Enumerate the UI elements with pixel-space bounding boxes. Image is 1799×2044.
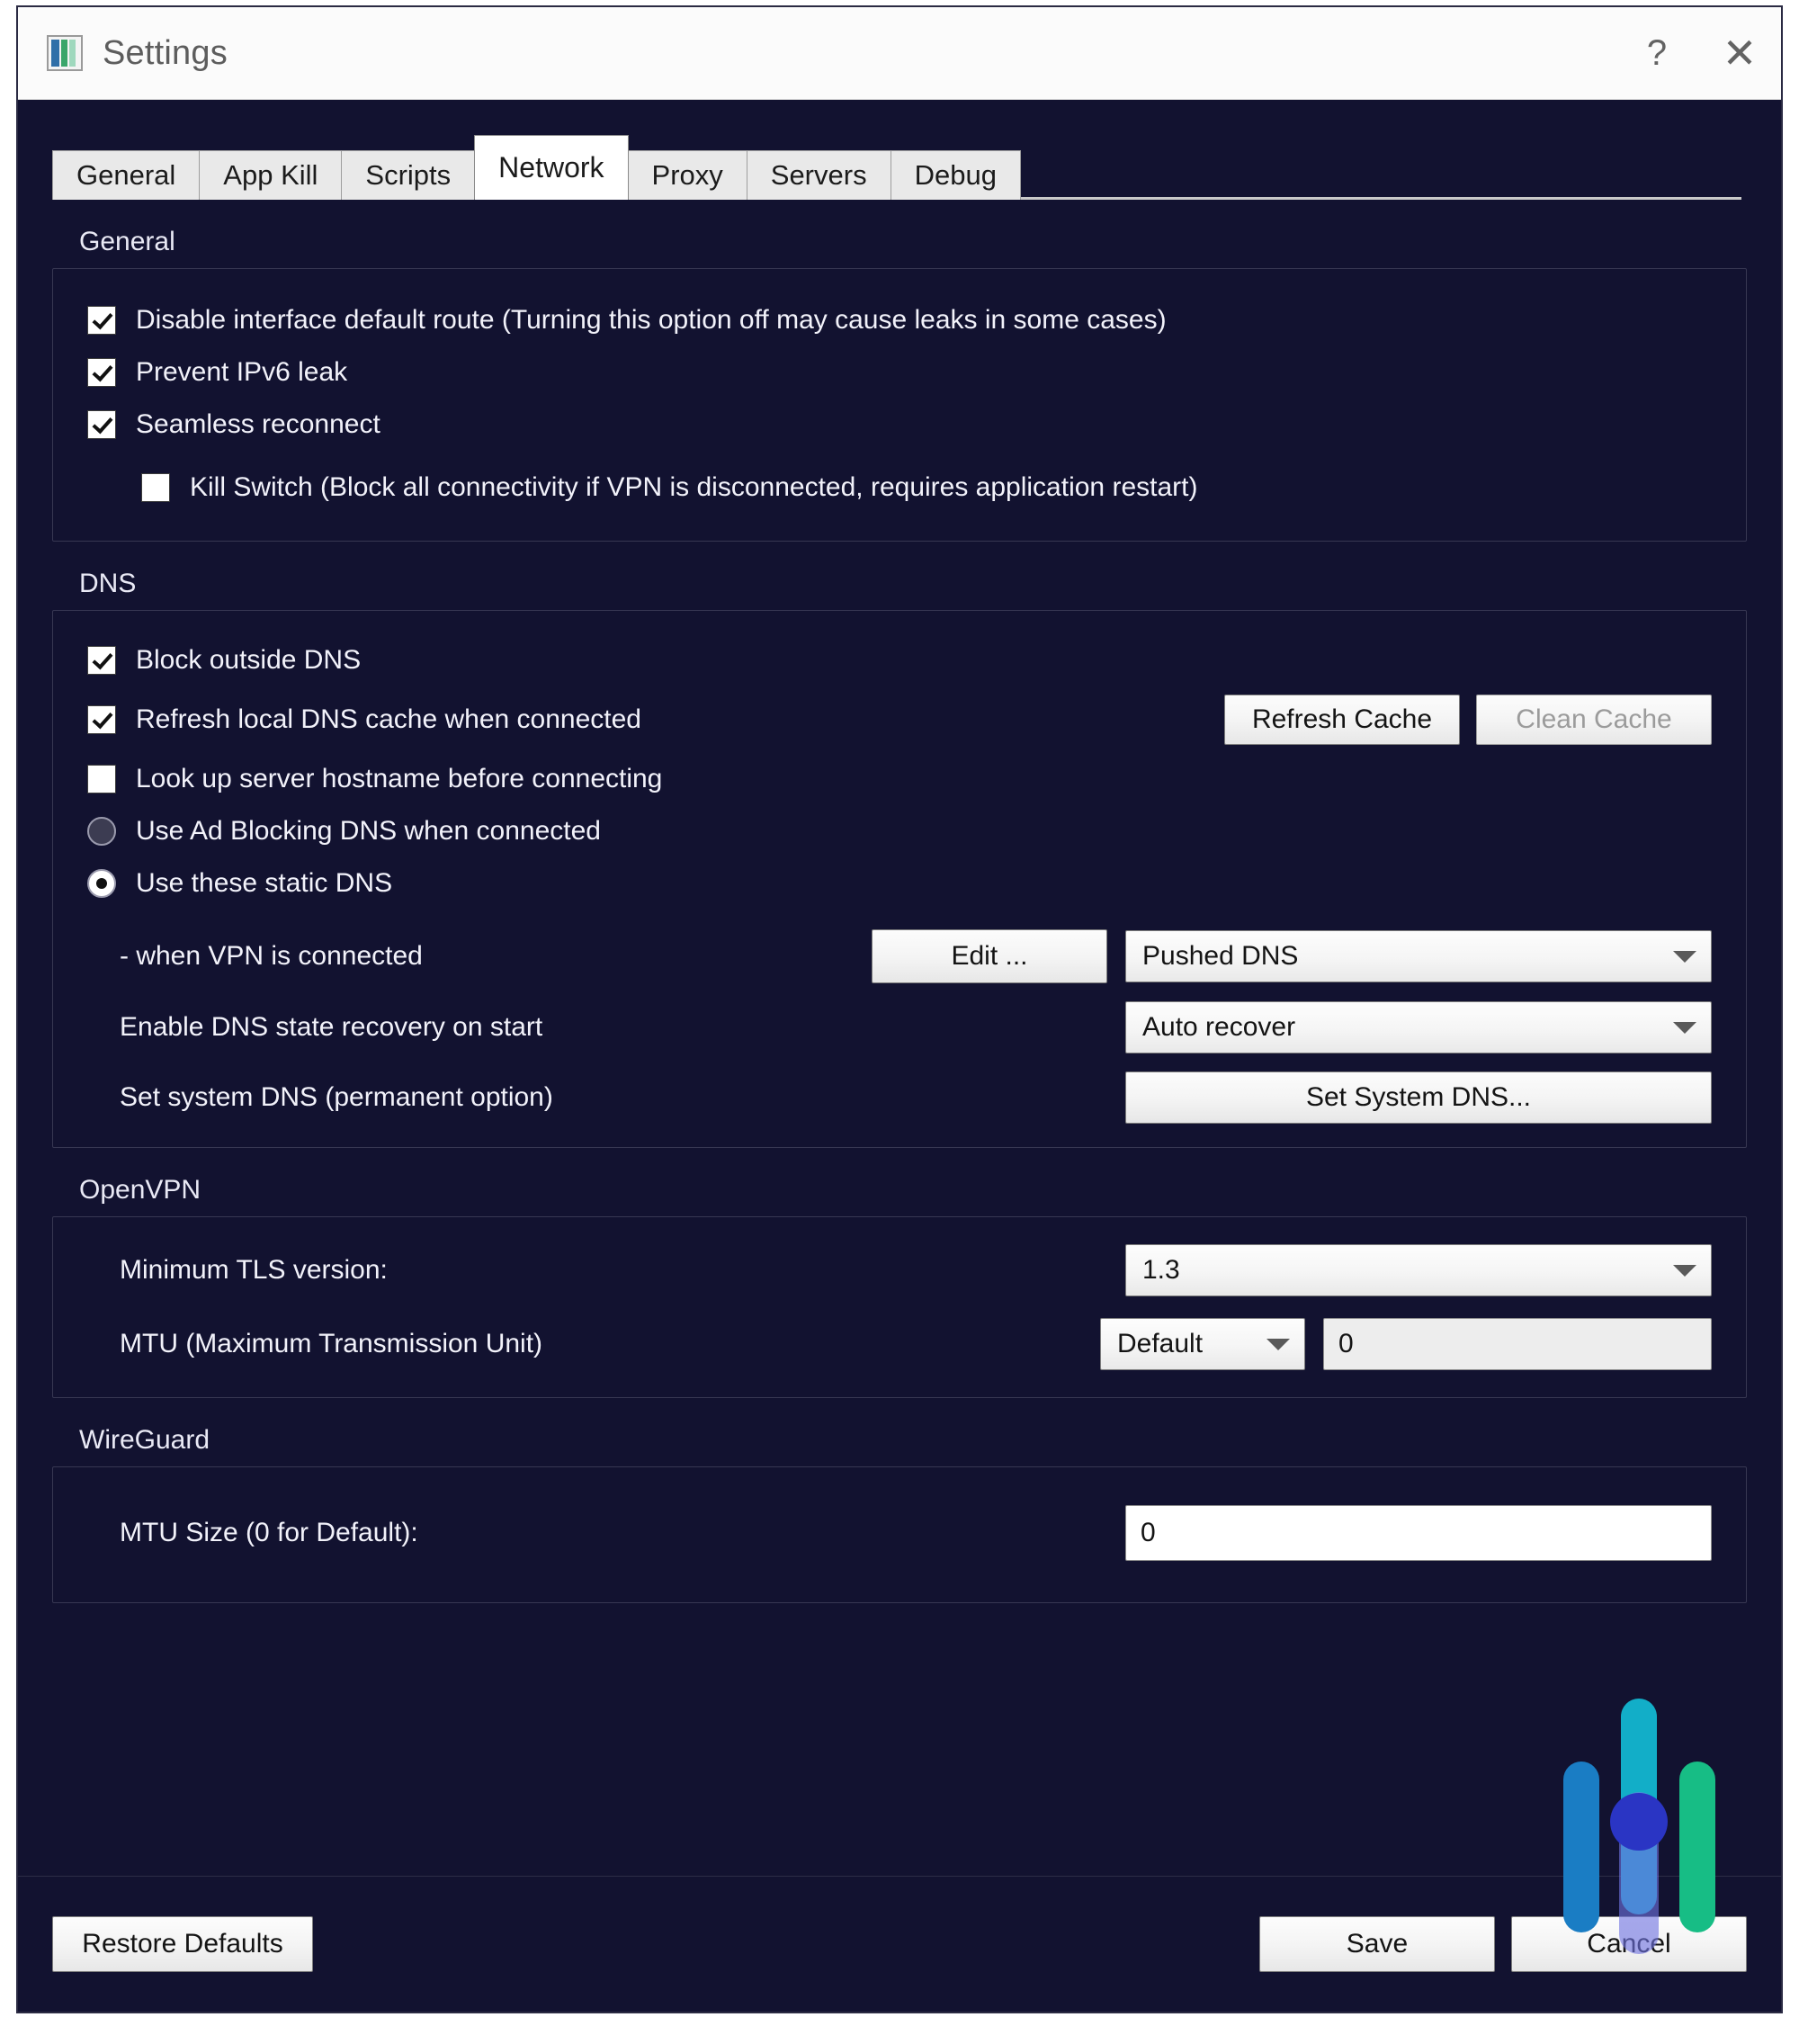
label-adblocking-dns: Use Ad Blocking DNS when connected (136, 815, 601, 846)
label-static-dns: Use these static DNS (136, 867, 393, 898)
wireguard-section-box: MTU Size (0 for Default): 0 (52, 1466, 1747, 1603)
row-openvpn-mtu: MTU (Maximum Transmission Unit) Default … (53, 1318, 1746, 1370)
close-icon[interactable]: ✕ (1698, 8, 1781, 98)
settings-window: Settings ? ✕ General App Kill Scripts Ne… (16, 5, 1783, 2013)
checkbox-row-lookup-hostname[interactable]: Look up server hostname before connectin… (53, 753, 1746, 805)
tab-network[interactable]: Network (474, 135, 629, 200)
general-section-box: Disable interface default route (Turning… (52, 268, 1747, 542)
label-prevent-ipv6-leak: Prevent IPv6 leak (136, 356, 348, 387)
checkbox-row-seamless-reconnect[interactable]: Seamless reconnect (53, 399, 1746, 451)
tls-version-value: 1.3 (1142, 1255, 1180, 1285)
tab-app-kill[interactable]: App Kill (199, 150, 343, 200)
general-section-title: General (79, 227, 175, 256)
tab-servers[interactable]: Servers (746, 150, 891, 200)
checkbox-seamless-reconnect[interactable] (87, 410, 116, 439)
radio-row-adblocking-dns[interactable]: Use Ad Blocking DNS when connected (53, 805, 1746, 857)
tab-strip: General App Kill Scripts Network Proxy S… (52, 135, 1781, 200)
label-dns-state-recovery: Enable DNS state recovery on start (120, 1011, 543, 1042)
checkbox-row-block-outside-dns[interactable]: Block outside DNS (53, 634, 1746, 686)
cancel-button[interactable]: Cancel (1511, 1916, 1747, 1972)
row-when-vpn-connected: - when VPN is connected Edit ... Pushed … (53, 929, 1746, 983)
tls-version-select[interactable]: 1.3 (1125, 1244, 1712, 1296)
tab-scripts[interactable]: Scripts (341, 150, 476, 200)
label-seamless-reconnect: Seamless reconnect (136, 408, 380, 439)
wireguard-mtu-input[interactable]: 0 (1125, 1505, 1712, 1561)
restore-defaults-button[interactable]: Restore Defaults (52, 1916, 313, 1972)
openvpn-mtu-input[interactable]: 0 (1323, 1318, 1712, 1370)
chevron-down-icon (1266, 1338, 1290, 1350)
title-bar: Settings ? ✕ (18, 7, 1781, 100)
label-minimum-tls-version: Minimum TLS version: (120, 1254, 388, 1285)
label-disable-default-route: Disable interface default route (Turning… (136, 304, 1167, 335)
checkbox-prevent-ipv6-leak[interactable] (87, 358, 116, 387)
row-minimum-tls-version: Minimum TLS version: 1.3 (53, 1244, 1746, 1296)
label-block-outside-dns: Block outside DNS (136, 644, 362, 675)
save-button[interactable]: Save (1259, 1916, 1495, 1972)
pushed-dns-value: Pushed DNS (1142, 941, 1299, 971)
chevron-down-icon (1673, 950, 1696, 963)
set-system-dns-button[interactable]: Set System DNS... (1125, 1071, 1712, 1124)
checkbox-block-outside-dns[interactable] (87, 646, 116, 675)
dns-section-title: DNS (79, 569, 137, 598)
wireguard-section-title: WireGuard (79, 1425, 210, 1455)
label-wireguard-mtu: MTU Size (0 for Default): (120, 1517, 418, 1547)
dialog-footer: Restore Defaults Save Cancel (18, 1876, 1781, 2012)
checkbox-row-kill-switch[interactable]: Kill Switch (Block all connectivity if V… (53, 462, 1746, 514)
checkbox-kill-switch[interactable] (141, 473, 170, 502)
tab-debug[interactable]: Debug (890, 150, 1021, 200)
checkbox-disable-default-route[interactable] (87, 306, 116, 335)
label-openvpn-mtu: MTU (Maximum Transmission Unit) (120, 1328, 543, 1358)
checkbox-refresh-dns-cache[interactable] (87, 705, 116, 734)
help-icon[interactable]: ? (1616, 8, 1698, 98)
label-refresh-dns-cache: Refresh local DNS cache when connected (136, 704, 641, 734)
openvpn-mtu-mode-select[interactable]: Default (1100, 1318, 1305, 1370)
label-when-vpn-connected: - when VPN is connected (120, 940, 423, 971)
label-lookup-hostname: Look up server hostname before connectin… (136, 763, 663, 793)
refresh-cache-button[interactable]: Refresh Cache (1224, 695, 1460, 745)
openvpn-section-title: OpenVPN (79, 1175, 201, 1205)
checkbox-row-disable-default-route[interactable]: Disable interface default route (Turning… (53, 294, 1746, 346)
row-wireguard-mtu: MTU Size (0 for Default): 0 (53, 1505, 1746, 1561)
radio-static-dns[interactable] (87, 869, 116, 898)
chevron-down-icon (1673, 1021, 1696, 1034)
row-set-system-dns: Set system DNS (permanent option) Set Sy… (53, 1071, 1746, 1124)
tab-general[interactable]: General (52, 150, 201, 200)
checkbox-lookup-hostname[interactable] (87, 765, 116, 793)
radio-row-static-dns[interactable]: Use these static DNS (53, 857, 1746, 910)
app-window-icon (47, 35, 83, 71)
network-settings-panel: General Disable interface default route … (18, 200, 1781, 1876)
label-kill-switch: Kill Switch (Block all connectivity if V… (190, 471, 1198, 502)
checkbox-row-prevent-ipv6-leak[interactable]: Prevent IPv6 leak (53, 346, 1746, 399)
dns-recovery-select[interactable]: Auto recover (1125, 1001, 1712, 1053)
checkbox-row-refresh-dns-cache[interactable]: Refresh local DNS cache when connected R… (53, 686, 1746, 753)
chevron-down-icon (1673, 1264, 1696, 1277)
radio-adblocking-dns[interactable] (87, 817, 116, 846)
window-title: Settings (103, 33, 228, 72)
pushed-dns-select[interactable]: Pushed DNS (1125, 930, 1712, 982)
dns-section-box: Block outside DNS Refresh local DNS cach… (52, 610, 1747, 1148)
edit-dns-button[interactable]: Edit ... (872, 929, 1107, 983)
clean-cache-button: Clean Cache (1476, 695, 1712, 745)
label-set-system-dns: Set system DNS (permanent option) (120, 1081, 553, 1112)
openvpn-mtu-mode-value: Default (1117, 1329, 1204, 1358)
dns-recovery-value: Auto recover (1142, 1012, 1296, 1042)
openvpn-section-box: Minimum TLS version: 1.3 MTU (Maximum Tr… (52, 1216, 1747, 1398)
tab-proxy[interactable]: Proxy (627, 150, 747, 200)
row-dns-state-recovery: Enable DNS state recovery on start Auto … (53, 1001, 1746, 1053)
